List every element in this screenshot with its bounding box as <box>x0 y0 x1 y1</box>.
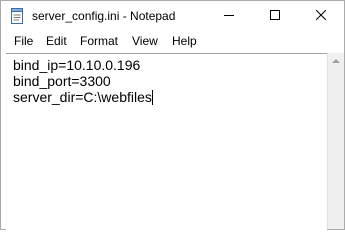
title-bar[interactable]: server_config.ini - Notepad <box>1 1 344 31</box>
menu-edit[interactable]: Edit <box>46 34 67 48</box>
close-button[interactable] <box>298 1 344 31</box>
vertical-scrollbar[interactable] <box>327 53 344 229</box>
menu-bar: File Edit Format View Help <box>1 31 344 51</box>
minimize-button[interactable] <box>206 1 252 31</box>
editor-content[interactable]: bind_ip=10.10.0.196 bind_port=3300 serve… <box>13 57 153 105</box>
menu-format[interactable]: Format <box>80 34 118 48</box>
editor-line: bind_port=3300 <box>13 73 111 89</box>
text-caret <box>151 90 153 105</box>
scroll-up-arrow-icon[interactable] <box>332 59 340 63</box>
menu-view[interactable]: View <box>132 34 158 48</box>
notepad-icon[interactable] <box>10 8 24 24</box>
editor-line: bind_ip=10.10.0.196 <box>13 57 141 73</box>
notepad-window: server_config.ini - Notepad File Edit Fo… <box>0 0 345 230</box>
window-title: server_config.ini - Notepad <box>32 9 176 23</box>
maximize-button[interactable] <box>252 1 298 31</box>
close-icon <box>315 7 327 25</box>
maximize-icon <box>270 7 280 25</box>
minimize-icon <box>224 7 234 25</box>
editor-line: server_dir=C:\webfiles <box>13 89 152 105</box>
menu-file[interactable]: File <box>14 34 33 48</box>
text-editor[interactable]: bind_ip=10.10.0.196 bind_port=3300 serve… <box>6 53 327 230</box>
menu-help[interactable]: Help <box>172 34 197 48</box>
